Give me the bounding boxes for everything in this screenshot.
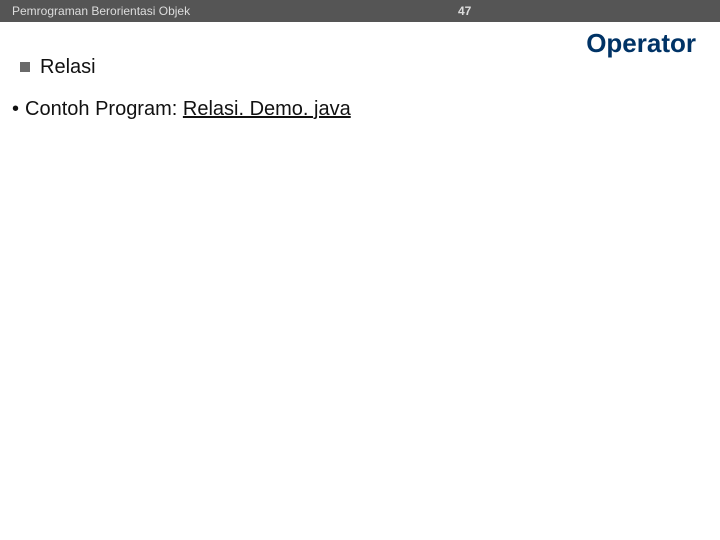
square-bullet-icon bbox=[20, 62, 30, 72]
subheading-row: Relasi bbox=[20, 56, 96, 79]
slide-top-bar: Pemrograman Berorientasi Objek 47 bbox=[0, 0, 720, 22]
body-line: • Contoh Program: Relasi. Demo. java bbox=[12, 98, 351, 121]
demo-file-link[interactable]: Relasi. Demo. java bbox=[183, 98, 351, 120]
slide-title: Operator bbox=[586, 28, 696, 59]
course-name: Pemrograman Berorientasi Objek bbox=[12, 4, 190, 18]
dot-bullet-icon: • bbox=[12, 98, 19, 120]
slide-number: 47 bbox=[458, 4, 471, 18]
body-prefix: Contoh Program: bbox=[25, 98, 183, 120]
slide: Pemrograman Berorientasi Objek 47 Operat… bbox=[0, 0, 720, 540]
subheading-text: Relasi bbox=[40, 56, 96, 78]
